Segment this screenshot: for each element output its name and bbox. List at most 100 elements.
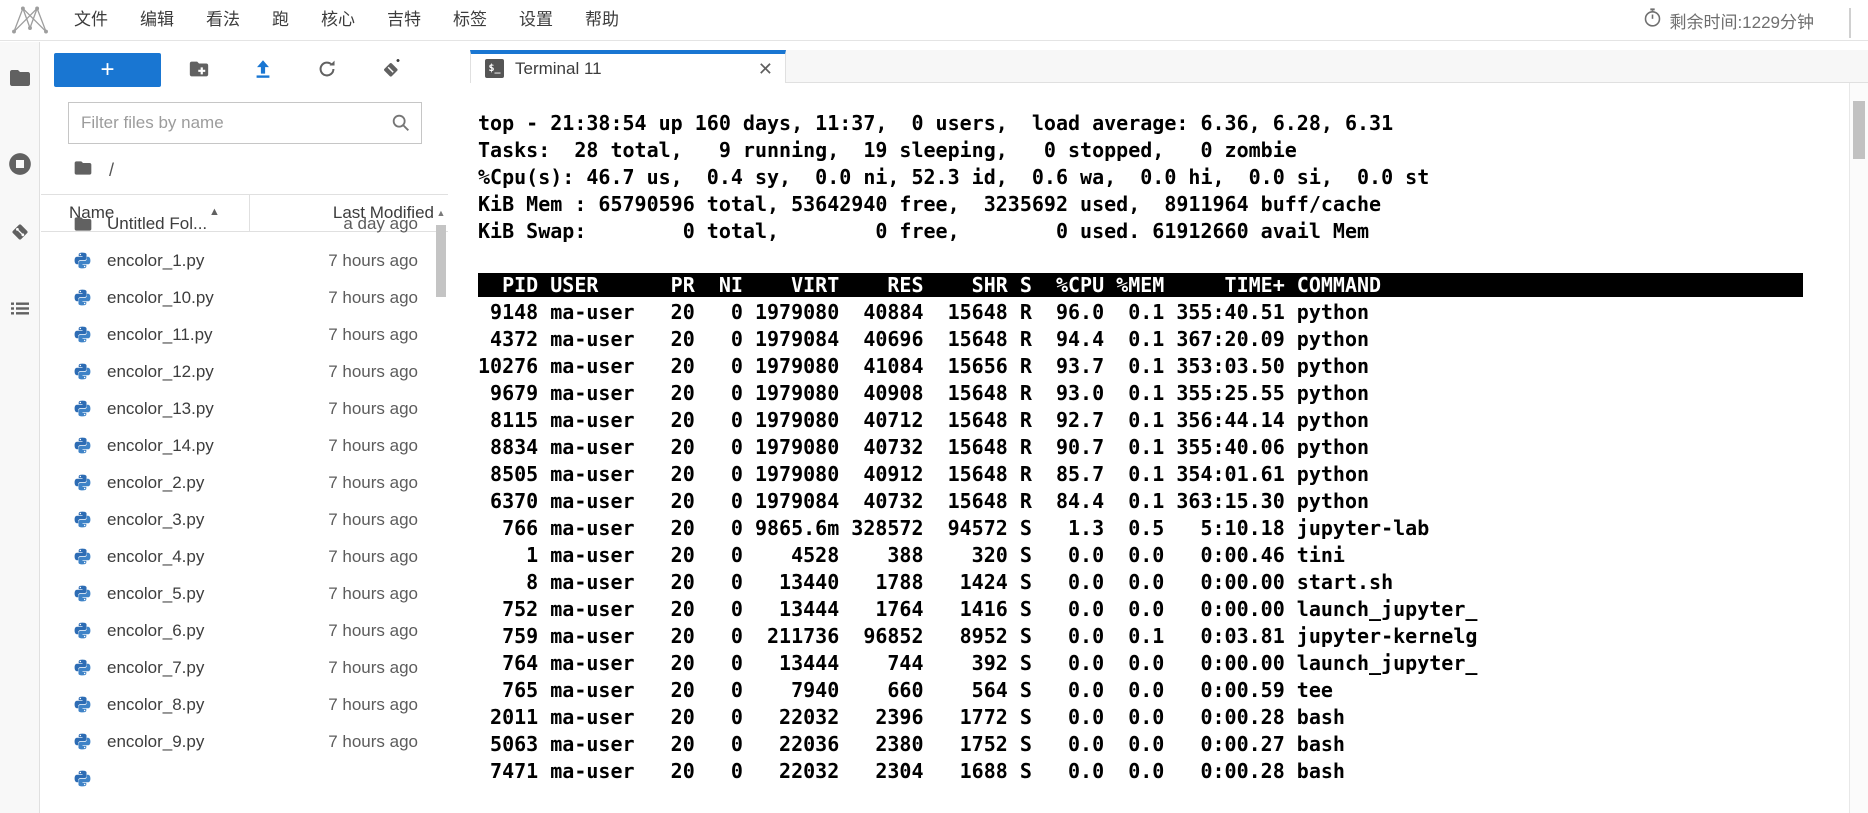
list-icon [8,296,32,325]
file-name: encolor_12.py [107,361,214,381]
file-name: encolor_1.py [107,250,205,270]
file-name: encolor_10.py [107,287,214,307]
sidebar-tab-running-sessions[interactable] [0,146,40,186]
python-file-icon [73,621,93,641]
new-folder-icon [188,58,210,83]
menu-item-1[interactable]: 编辑 [124,0,190,40]
tab-title: Terminal 11 [515,58,602,78]
python-file-icon [73,473,93,493]
breadcrumb[interactable]: / [73,158,448,182]
menubar-right-divider [1849,8,1851,38]
python-file-icon [73,399,93,419]
file-row[interactable]: Untitled Fol... a day ago [41,205,448,242]
python-file-icon [73,547,93,567]
stop-circle-icon [7,151,33,182]
terminal-scroll-thumb[interactable] [1853,101,1865,159]
terminal-line: KiB Swap: 0 total, 0 free, 0 used. 61912… [478,219,1370,243]
file-modified: 7 hours ago [328,694,418,714]
sidebar-tab-git[interactable] [0,214,40,254]
file-row[interactable]: encolor_1.py 7 hours ago [41,242,448,279]
menu-item-5[interactable]: 吉特 [371,0,437,40]
file-row[interactable]: encolor_3.py 7 hours ago [41,501,448,538]
activity-bar [0,42,40,813]
python-file-icon [73,584,93,604]
file-name: encolor_6.py [107,620,205,640]
file-name: encolor_13.py [107,398,214,418]
terminal-line: 7471 ma-user 20 0 22032 2304 1688 S 0.0 … [478,759,1345,783]
terminal-line: 8834 ma-user 20 0 1979080 40732 15648 R … [478,435,1370,459]
folder-icon [8,66,32,95]
git-clone-button[interactable] [359,50,423,90]
menu-item-7[interactable]: 设置 [503,0,569,40]
python-file-icon [73,362,93,382]
file-row[interactable]: encolor_8.py 7 hours ago [41,686,448,723]
file-modified: 7 hours ago [328,472,418,492]
file-modified: 7 hours ago [328,620,418,640]
terminal-line: 759 ma-user 20 0 211736 96852 8952 S 0.0… [478,624,1478,648]
upload-button[interactable] [231,50,295,90]
terminal-scrollbar[interactable] [1849,83,1868,813]
terminal-line: Tasks: 28 total, 9 running, 19 sleeping,… [478,138,1297,162]
new-folder-button[interactable] [167,50,231,90]
sidebar-tab-toc[interactable] [0,290,40,330]
menu-item-8[interactable]: 帮助 [569,0,635,40]
python-file-icon [73,251,93,271]
file-row[interactable]: encolor_10.py 7 hours ago [41,279,448,316]
file-row[interactable]: encolor_13.py 7 hours ago [41,390,448,427]
filter-files-input[interactable] [68,102,422,144]
terminal-line: 752 ma-user 20 0 13444 1764 1416 S 0.0 0… [478,597,1478,621]
menu-item-3[interactable]: 跑 [256,0,305,40]
file-row[interactable]: encolor_6.py 7 hours ago [41,612,448,649]
file-row[interactable]: encolor_11.py 7 hours ago [41,316,448,353]
menu-item-4[interactable]: 核心 [305,0,371,40]
sidebar-tab-file-browser[interactable] [0,60,40,100]
python-file-icon [73,658,93,678]
menu-item-0[interactable]: 文件 [58,0,124,40]
file-row[interactable]: encolor_5.py 7 hours ago [41,575,448,612]
file-row[interactable]: encolor_4.py 7 hours ago [41,538,448,575]
new-launcher-button[interactable]: + [54,53,161,87]
terminal-line: 5063 ma-user 20 0 22036 2380 1752 S 0.0 … [478,732,1345,756]
terminal-output: top - 21:38:54 up 160 days, 11:37, 0 use… [470,83,1849,785]
file-modified: 7 hours ago [328,435,418,455]
tab-terminal-11[interactable]: $_ Terminal 11 ✕ [470,50,786,83]
menu-item-6[interactable]: 标签 [437,0,503,40]
terminal-line: 10276 ma-user 20 0 1979080 41084 15656 R… [478,354,1370,378]
refresh-button[interactable] [295,50,359,90]
file-row[interactable]: encolor_9.py 7 hours ago [41,723,448,760]
terminal-line: 9148 ma-user 20 0 1979080 40884 15648 R … [478,300,1370,324]
tab-bar: $_ Terminal 11 ✕ [470,50,1868,83]
file-row[interactable] [41,760,448,797]
terminal-view[interactable]: top - 21:38:54 up 160 days, 11:37, 0 use… [470,83,1849,813]
menu-bar: 文件 编辑 看法跑核心 吉特 标签 设置 帮助 剩余时间:1229分钟 [0,0,1868,41]
file-name: encolor_2.py [107,472,205,492]
file-list-scrollbar[interactable]: ▲ [434,205,448,813]
file-modified: 7 hours ago [328,324,418,344]
file-modified: 7 hours ago [328,287,418,307]
file-modified: 7 hours ago [328,657,418,677]
tab-close-icon[interactable]: ✕ [758,60,773,78]
file-row[interactable]: encolor_12.py 7 hours ago [41,353,448,390]
file-row[interactable]: encolor_2.py 7 hours ago [41,464,448,501]
file-row[interactable]: encolor_7.py 7 hours ago [41,649,448,686]
filter-box [68,102,422,144]
menu-items: 文件 编辑 看法跑核心 吉特 标签 设置 帮助 [58,0,635,40]
file-name: encolor_4.py [107,546,205,566]
terminal-line: 766 ma-user 20 0 9865.6m 328572 94572 S … [478,516,1430,540]
file-row[interactable]: encolor_14.py 7 hours ago [41,427,448,464]
python-file-icon [73,510,93,530]
python-file-icon [73,288,93,308]
file-modified: 7 hours ago [328,583,418,603]
python-file-icon [73,325,93,345]
remaining-time: 剩余时间:1229分钟 [1642,7,1814,33]
scroll-up-icon[interactable]: ▲ [434,205,448,221]
file-name: encolor_7.py [107,657,205,677]
terminal-line: 764 ma-user 20 0 13444 744 392 S 0.0 0.0… [478,651,1478,675]
upload-icon [252,58,274,83]
terminal-line: KiB Mem : 65790596 total, 53642940 free,… [478,192,1382,216]
main-area: $_ Terminal 11 ✕ top - 21:38:54 up 160 d… [470,42,1868,813]
menu-item-2[interactable]: 看法 [190,0,256,40]
search-icon [390,112,412,139]
file-list-scroll-thumb[interactable] [436,225,446,297]
file-name: encolor_9.py [107,731,205,751]
